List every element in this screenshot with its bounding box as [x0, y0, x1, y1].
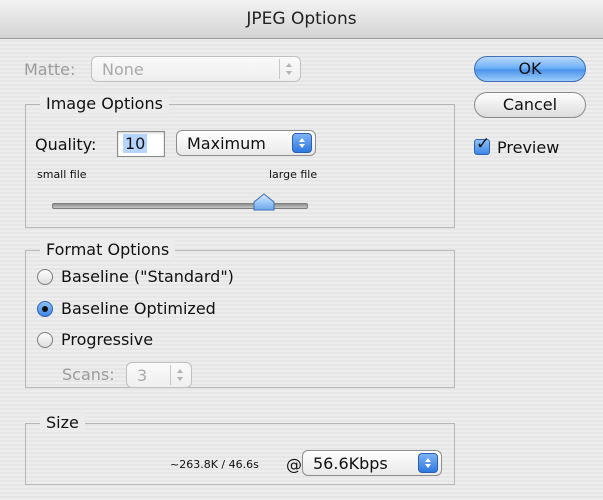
image-options-legend: Image Options	[40, 94, 169, 113]
window-title: JPEG Options	[246, 9, 357, 29]
size-legend: Size	[40, 413, 85, 432]
matte-label: Matte:	[24, 60, 76, 79]
preview-checkbox[interactable]: ✓	[474, 134, 491, 155]
connection-speed-value: 56.6Kbps	[313, 454, 388, 473]
small-file-label: small file	[37, 168, 87, 181]
matte-select[interactable]: None	[91, 56, 301, 82]
quality-slider-thumb[interactable]	[252, 193, 276, 211]
title-bar: JPEG Options	[0, 0, 603, 39]
connection-speed-stepper-icon	[418, 453, 438, 473]
quality-value: 10	[123, 134, 148, 153]
radio-button[interactable]	[37, 332, 53, 348]
quality-input[interactable]: 10	[117, 131, 165, 157]
quality-preset-value: Maximum	[187, 134, 266, 153]
jpeg-options-dialog: JPEG Options Matte: None Image Options Q…	[0, 0, 603, 500]
large-file-label: large file	[269, 168, 318, 181]
size-estimate: ~263.8K / 46.6s	[170, 458, 259, 471]
preview-label[interactable]: Preview	[497, 138, 559, 157]
connection-speed-select[interactable]: 56.6Kbps	[302, 450, 442, 476]
radio-button[interactable]	[37, 269, 53, 285]
scans-select[interactable]: 3	[126, 362, 192, 388]
radio-button[interactable]	[37, 301, 53, 317]
at-symbol: @	[286, 455, 302, 474]
radio-label: Baseline Optimized	[61, 299, 216, 318]
scans-stepper-icon	[170, 365, 189, 385]
format-options-legend: Format Options	[40, 240, 176, 259]
radio-baseline-optimized[interactable]: Baseline Optimized	[37, 299, 297, 321]
quality-preset-stepper-icon	[292, 133, 312, 153]
checkmark-icon: ✓	[476, 134, 491, 154]
cancel-button[interactable]: Cancel	[474, 92, 586, 118]
quality-label: Quality:	[35, 135, 97, 154]
scans-value: 3	[137, 366, 148, 385]
radio-baseline-standard[interactable]: Baseline ("Standard")	[37, 267, 297, 289]
scans-label: Scans:	[62, 365, 115, 384]
matte-stepper-icon	[279, 59, 298, 79]
quality-preset-select[interactable]: Maximum	[176, 130, 316, 156]
radio-label: Baseline ("Standard")	[61, 267, 234, 286]
ok-button[interactable]: OK	[474, 56, 586, 82]
radio-label: Progressive	[61, 330, 154, 349]
matte-value: None	[102, 60, 144, 79]
radio-progressive[interactable]: Progressive	[37, 330, 297, 352]
image-options-group	[25, 104, 455, 228]
